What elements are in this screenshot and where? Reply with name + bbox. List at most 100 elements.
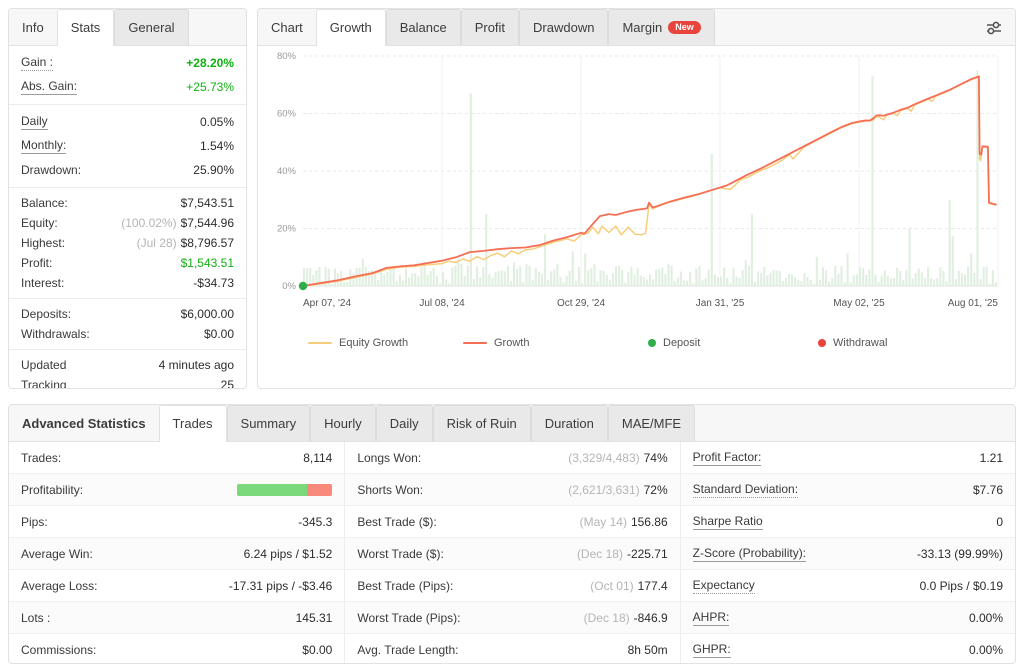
stat-label-daily[interactable]: Daily (21, 114, 48, 130)
cell-value-main: 0.00% (968, 642, 1003, 657)
row-trades: Trades: 8,114 (9, 442, 345, 474)
volume-bar (899, 270, 902, 286)
trades-statistics-table: Trades: 8,114 Profitability: Pips: -345.3 Ave… (9, 442, 1015, 663)
cell-value-main: -345.3 (298, 514, 333, 529)
volume-bar (457, 258, 460, 286)
chart-settings-icon[interactable] (983, 17, 1005, 39)
volume-bar (571, 251, 574, 286)
volume-bar (930, 278, 933, 286)
volume-bar (945, 281, 948, 286)
tab-profit[interactable]: Profit (460, 9, 520, 45)
cell-label-profit-factor[interactable]: Profit Factor: (692, 450, 762, 466)
cell-value: -17.31 pips / -$3.46 (229, 579, 332, 593)
volume-bar (333, 268, 336, 286)
volume-bar (479, 277, 482, 286)
stat-value-muted: (Jul 28) (136, 236, 177, 250)
legend-label: Equity Growth (339, 337, 409, 349)
volume-bar (726, 277, 729, 286)
volume-bar (377, 280, 380, 286)
volume-bar (414, 273, 417, 286)
legend-item-withdrawal[interactable]: Withdrawal (818, 337, 887, 349)
stat-label-monthly[interactable]: Monthly: (21, 138, 67, 154)
volume-bar (352, 273, 355, 286)
volume-bar (448, 283, 451, 286)
volume-bar (704, 278, 707, 286)
volume-bar (618, 265, 621, 286)
tab-duration[interactable]: Duration (530, 405, 608, 441)
cell-value-muted: (2,621/3,631) (568, 482, 640, 497)
volume-bar (540, 273, 543, 286)
volume-bar (698, 265, 701, 286)
volume-bar (565, 275, 568, 286)
volume-bar (306, 268, 309, 286)
tab-stats[interactable]: Stats (56, 9, 115, 46)
volume-bar (327, 268, 330, 286)
tab-summary[interactable]: Summary (226, 405, 311, 441)
volume-bar (429, 271, 432, 286)
cell-label-pips: Pips: (21, 514, 48, 529)
volume-bar (472, 279, 475, 286)
deposit-marker (298, 281, 308, 291)
volume-bar (874, 274, 877, 286)
row-longs-won: Longs Won: (3,329/4,483) 74% (345, 442, 680, 474)
cell-value: (Oct 01) 177.4 (590, 579, 667, 593)
cell-label-z-score-probability[interactable]: Z-Score (Probability): (692, 546, 807, 562)
cell-label-expectancy[interactable]: Expectancy (692, 578, 755, 594)
tab-mae-mfe[interactable]: MAE/MFE (607, 405, 696, 441)
volume-bar (781, 280, 784, 286)
tab-hourly[interactable]: Hourly (310, 405, 376, 441)
legend-swatch-growth (463, 342, 487, 344)
volume-bar (723, 267, 726, 286)
tab-balance[interactable]: Balance (385, 9, 461, 45)
tab-growth[interactable]: Growth (315, 9, 386, 46)
cell-value-muted: (Dec 18) (576, 546, 623, 561)
volume-bar (855, 274, 858, 286)
legend-item-deposit[interactable]: Deposit (648, 337, 700, 349)
tab-general[interactable]: General (114, 9, 189, 45)
legend-swatch-deposit (648, 339, 656, 347)
volume-bar (920, 272, 923, 286)
stat-value-main: 1.54% (199, 139, 234, 153)
legend-item-equity-growth[interactable]: Equity Growth (308, 337, 408, 349)
tab-info[interactable]: Info (9, 9, 57, 45)
cell-label-sharpe-ratio[interactable]: Sharpe Ratio (692, 514, 763, 530)
volume-bar (825, 270, 828, 286)
tab-drawdown[interactable]: Drawdown (519, 9, 609, 45)
volume-bar (809, 279, 812, 286)
stat-label-abs-gain[interactable]: Abs. Gain: (21, 79, 78, 95)
stat-value-main: $1,543.51 (180, 256, 234, 270)
cell-label-ghpr[interactable]: GHPR: (692, 642, 731, 658)
stat-value: 25 (221, 378, 234, 388)
tab-advanced-statistics[interactable]: Advanced Statistics (9, 405, 159, 441)
stats-column-3: Profit Factor: 1.21 Standard Deviation: $7.… (679, 442, 1015, 663)
volume-bar (574, 280, 577, 286)
volume-bar (803, 272, 806, 286)
tab-risk-of-ruin[interactable]: Risk of Ruin (432, 405, 531, 441)
volume-bar (735, 276, 738, 286)
tab-margin[interactable]: Margin New (608, 9, 715, 45)
stat-label-deposits: Deposits: (21, 307, 72, 321)
row-shorts-won: Shorts Won: (2,621/3,631) 72% (345, 474, 680, 506)
volume-bar (976, 70, 979, 287)
cell-label-shorts-won: Shorts Won: (357, 482, 424, 497)
cell-label-best-trade-pips: Best Trade (Pips): (357, 578, 454, 593)
volume-bar (695, 268, 698, 286)
cell-label-average-win: Average Win: (21, 546, 93, 561)
stat-label-gain[interactable]: Gain : (21, 55, 54, 71)
volume-bar (670, 265, 673, 286)
cell-label-ahpr[interactable]: AHPR: (692, 610, 730, 626)
row-best-trade: Best Trade ($): (May 14) 156.86 (345, 506, 680, 538)
volume-bar (525, 263, 528, 286)
tab-daily[interactable]: Daily (375, 405, 433, 441)
tab-chart[interactable]: Chart (258, 9, 316, 45)
volume-bar (568, 270, 571, 286)
legend-item-growth[interactable]: Growth (463, 337, 529, 349)
tab-label: Trades (172, 416, 213, 431)
cell-value-main: 8h 50m (627, 642, 668, 657)
cell-value: -345.3 (298, 515, 332, 529)
volume-bar (553, 269, 556, 286)
row-sharpe-ratio: Sharpe Ratio 0 (680, 506, 1015, 538)
cell-value: 0 (996, 515, 1003, 529)
tab-trades[interactable]: Trades (158, 405, 227, 442)
cell-label-standard-deviation[interactable]: Standard Deviation: (692, 482, 799, 498)
